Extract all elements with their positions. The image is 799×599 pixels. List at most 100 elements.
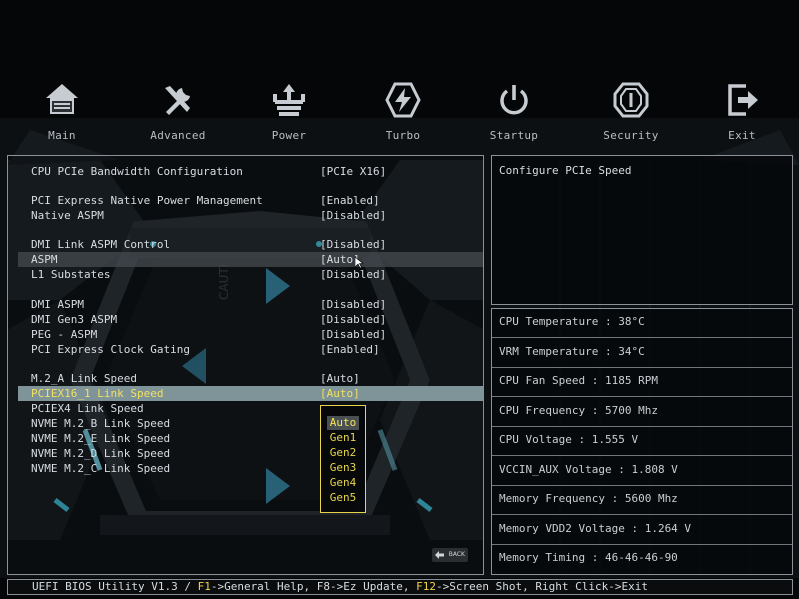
nav-exit-label: Exit [728, 129, 756, 142]
hw-memory-frequency: Memory Frequency : 5600 Mhz [492, 486, 792, 515]
setting-value: [Enabled] [320, 194, 380, 207]
setting-value: [Disabled] [320, 209, 387, 222]
setting-row[interactable]: NVME M.2_E Link Speed [8, 431, 483, 446]
setting-value: [Auto] [320, 253, 360, 266]
hw-text: Memory Timing : 46-46-46-90 [499, 551, 678, 564]
setting-value: [Disabled] [320, 328, 387, 341]
setting-label: NVME M.2_E Link Speed [31, 432, 171, 445]
setting-label: NVME M.2_B Link Speed [31, 417, 171, 430]
setting-row[interactable]: PCI Express Clock Gating [Enabled] [8, 342, 483, 357]
hw-memory-vdd2-voltage: Memory VDD2 Voltage : 1.264 V [492, 516, 792, 545]
setting-label: PEG - ASPM [31, 328, 98, 341]
setting-row-hover[interactable]: ASPM [Auto] [18, 252, 483, 267]
setting-value: [Disabled] [320, 313, 387, 326]
bolt-icon [385, 82, 421, 118]
hw-text: CPU Temperature : 38°C [499, 315, 645, 328]
setting-row[interactable]: PCIEX4 Link Speed [8, 401, 483, 416]
dropdown-option-gen1[interactable]: Gen1 [321, 431, 365, 445]
nav-turbo[interactable]: Turbo [358, 78, 448, 146]
setting-row[interactable]: NVME M.2_B Link Speed [8, 416, 483, 431]
power-button-icon [500, 85, 528, 115]
hw-cpu-fan-speed: CPU Fan Speed : 1185 RPM [492, 368, 792, 397]
nav-security[interactable]: Security [586, 78, 676, 146]
nav-advanced-label: Advanced [150, 129, 206, 142]
setting-label: M.2_A Link Speed [31, 372, 137, 385]
tools-icon [165, 86, 190, 115]
nav-advanced[interactable]: Advanced [133, 78, 223, 146]
setting-row[interactable]: L1 Substates [Disabled] [8, 267, 483, 282]
nav-power-label: Power [271, 129, 307, 142]
setting-row[interactable]: DMI Link ASPM Control [Disabled] [8, 237, 483, 252]
hw-memory-timing: Memory Timing : 46-46-46-90 [492, 545, 792, 574]
back-button-label: BACK [448, 551, 465, 558]
nav-startup-label: Startup [489, 129, 539, 142]
nav-main-label: Main [48, 129, 76, 142]
setting-value: [Disabled] [320, 298, 387, 311]
setting-label: Native ASPM [31, 209, 104, 222]
setting-value: [Auto] [320, 387, 360, 400]
hw-cpu-voltage: CPU Voltage : 1.555 V [492, 427, 792, 456]
footer-key-f1: F1 [197, 580, 211, 593]
hw-text: CPU Fan Speed : 1185 RPM [499, 374, 658, 387]
hw-text: Memory VDD2 Voltage : 1.264 V [499, 522, 692, 535]
power-chip-icon [273, 84, 305, 116]
hw-text: CPU Frequency : 5700 Mhz [499, 404, 658, 417]
exit-icon [728, 84, 758, 116]
setting-value: [Enabled] [320, 343, 380, 356]
setting-row[interactable]: Native ASPM [Disabled] [8, 208, 483, 223]
help-panel: Configure PCIe Speed [491, 155, 793, 305]
help-text: Configure PCIe Speed [499, 164, 632, 177]
hw-vrm-temperature: VRM Temperature : 34°C [492, 339, 792, 368]
setting-row[interactable]: DMI Gen3 ASPM [Disabled] [8, 312, 483, 327]
setting-label: ASPM [31, 253, 58, 266]
nav-turbo-label: Turbo [385, 129, 421, 142]
top-navigation: Main Advanced Power Turbo Startup Securi… [0, 78, 799, 148]
setting-label: PCI Express Clock Gating [31, 343, 190, 356]
back-arrow-icon [435, 551, 444, 559]
setting-label: NVME M.2_C Link Speed [31, 462, 171, 475]
setting-value: [PCIe X16] [320, 165, 387, 178]
nav-main[interactable]: Main [17, 78, 107, 146]
setting-row-selected[interactable]: PCIEX16_1 Link Speed [Auto] [18, 386, 483, 401]
status-bar: UEFI BIOS Utility V1.3 / F1->General Hel… [7, 579, 793, 595]
setting-label: DMI ASPM [31, 298, 84, 311]
dropdown-option-gen2[interactable]: Gen2 [321, 446, 365, 460]
setting-row[interactable]: DMI ASPM [Disabled] [8, 297, 483, 312]
setting-row[interactable]: M.2_A Link Speed [Auto] [8, 371, 483, 386]
settings-panel: CPU PCIe Bandwidth Configuration [PCIe X1… [7, 155, 484, 575]
footer-f12-text: ->Screen Shot, Right Click->Exit [436, 580, 648, 593]
shield-icon [613, 82, 649, 118]
hw-text: VRM Temperature : 34°C [499, 345, 645, 358]
setting-row[interactable]: PCI Express Native Power Management [Enab… [8, 193, 483, 208]
setting-row[interactable]: CPU PCIe Bandwidth Configuration [PCIe X1… [8, 164, 483, 179]
setting-value: [Disabled] [320, 268, 387, 281]
setting-label: DMI Gen3 ASPM [31, 313, 118, 326]
back-button[interactable]: BACK [432, 548, 468, 562]
nav-power[interactable]: Power [244, 78, 334, 146]
hw-cpu-temperature: CPU Temperature : 38°C [492, 309, 792, 338]
setting-label: DMI Link ASPM Control [31, 238, 171, 251]
footer-prefix: UEFI BIOS Utility V1.3 / [32, 580, 198, 593]
hardware-monitor-panel: CPU Temperature : 38°C VRM Temperature :… [491, 308, 793, 575]
hw-vccin-aux-voltage: VCCIN_AUX Voltage : 1.808 V [492, 457, 792, 486]
hw-text: VCCIN_AUX Voltage : 1.808 V [499, 463, 678, 476]
footer-key-f12: F12 [416, 580, 437, 593]
setting-row[interactable]: PEG - ASPM [Disabled] [8, 327, 483, 342]
nav-startup[interactable]: Startup [469, 78, 559, 146]
dropdown-option-gen5[interactable]: Gen5 [321, 491, 365, 505]
nav-exit[interactable]: Exit [697, 78, 787, 146]
setting-label: CPU PCIe Bandwidth Configuration [31, 165, 243, 178]
setting-row[interactable]: NVME M.2_D Link Speed [8, 446, 483, 461]
footer-f1-text: ->General Help, F8->Ez Update, [210, 580, 417, 593]
dropdown-option-gen4[interactable]: Gen4 [321, 476, 365, 490]
setting-label: NVME M.2_D Link Speed [31, 447, 171, 460]
setting-label: PCI Express Native Power Management [31, 194, 263, 207]
dropdown-option-auto[interactable]: Auto [327, 416, 359, 430]
home-icon [46, 84, 78, 114]
hw-text: CPU Voltage : 1.555 V [499, 433, 639, 446]
mouse-cursor-icon [355, 257, 364, 269]
setting-row[interactable]: NVME M.2_C Link Speed [8, 461, 483, 476]
setting-value: [Disabled] [320, 238, 387, 251]
link-speed-dropdown[interactable]: Auto Gen1 Gen2 Gen3 Gen4 Gen5 [320, 405, 366, 513]
dropdown-option-gen3[interactable]: Gen3 [321, 461, 365, 475]
